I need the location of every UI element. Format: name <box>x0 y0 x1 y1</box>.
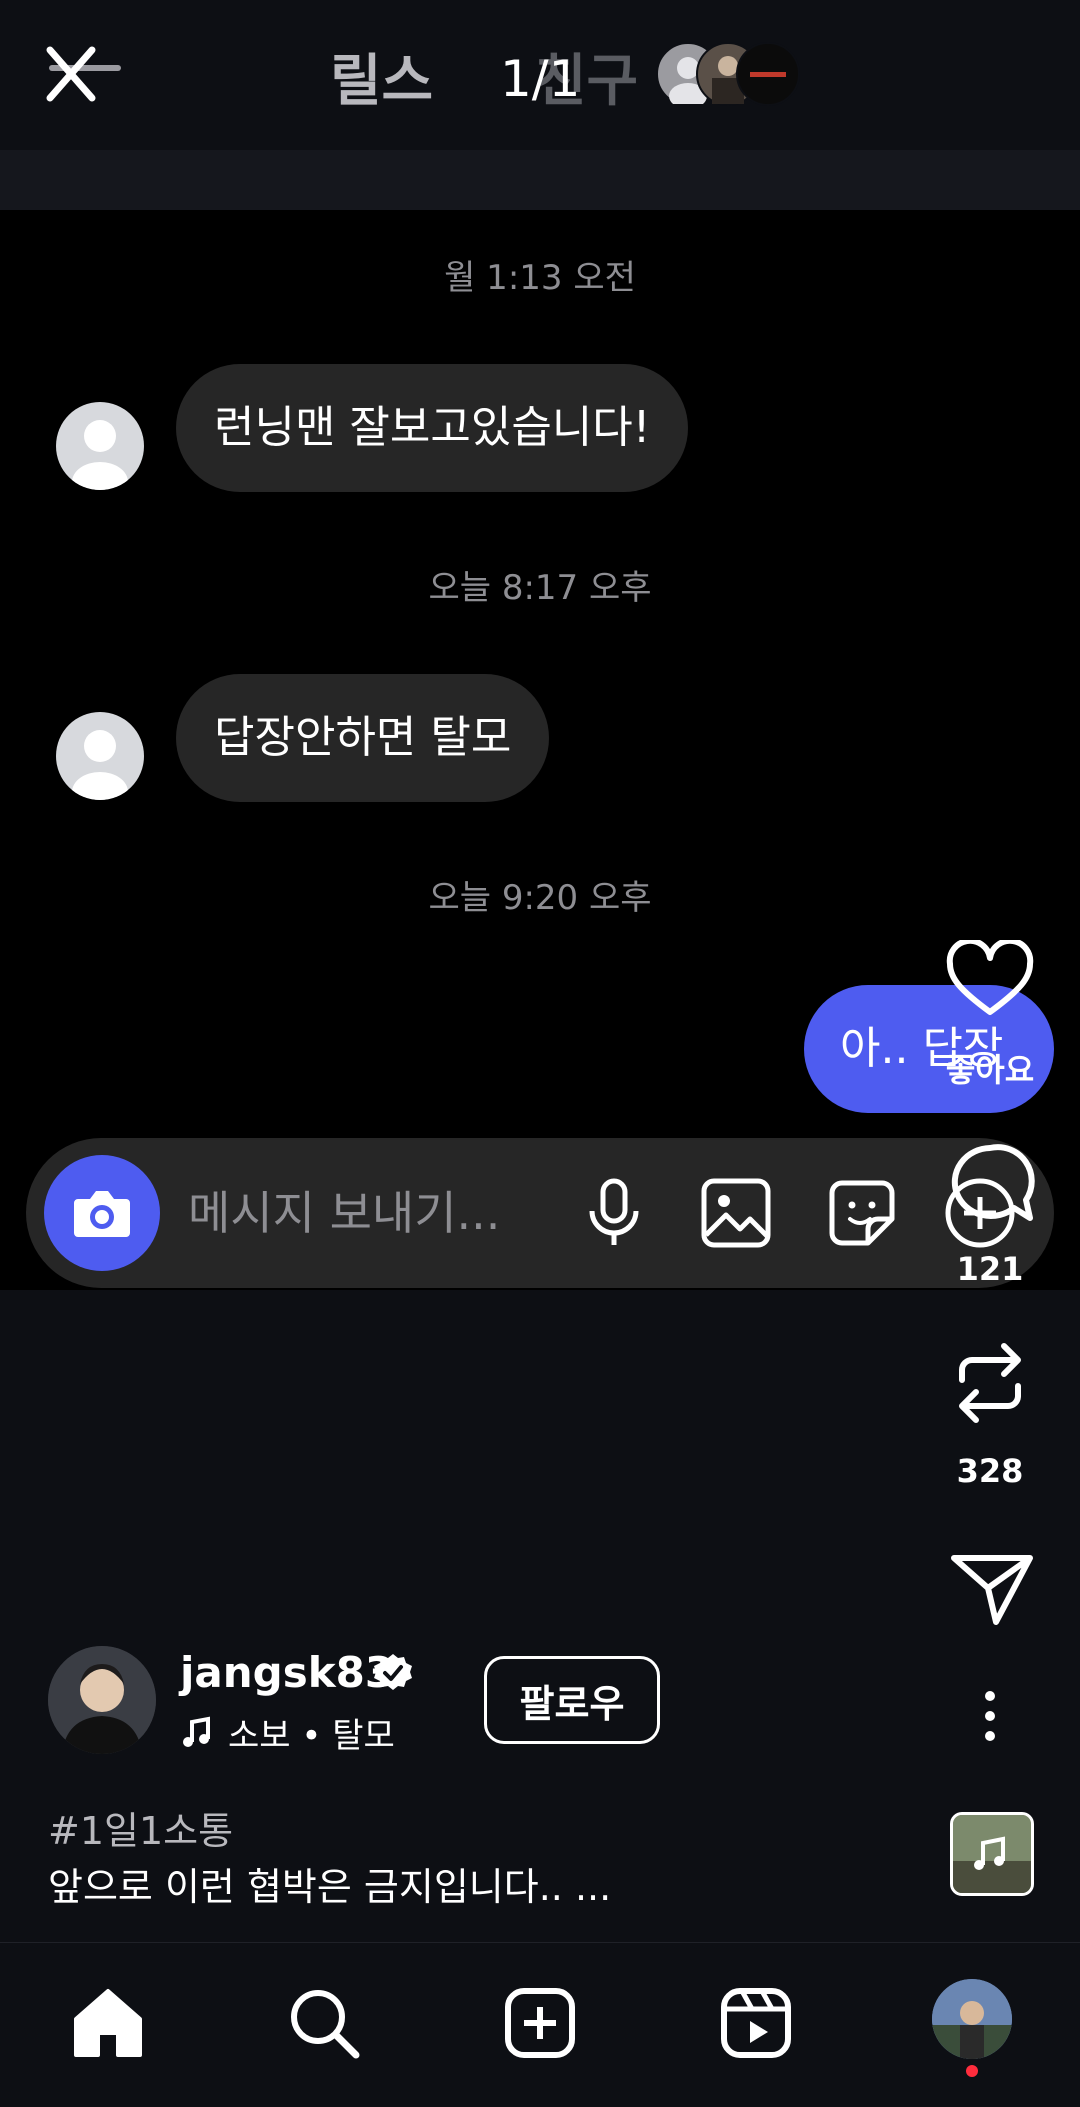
author-avatar[interactable] <box>48 1646 156 1754</box>
avatar[interactable] <box>56 712 144 800</box>
more-icon <box>985 1691 995 1741</box>
share-button[interactable] <box>940 1548 1040 1628</box>
close-button[interactable] <box>40 40 140 120</box>
avatar <box>932 1979 1012 2059</box>
comment-count: 121 <box>956 1250 1024 1288</box>
microphone-icon <box>589 1178 639 1245</box>
tab-reels[interactable]: 릴스 <box>330 36 433 117</box>
repost-count: 328 <box>956 1452 1024 1490</box>
sticker-icon <box>829 1180 895 1246</box>
more-button[interactable] <box>940 1688 1040 1748</box>
like-button[interactable] <box>940 940 1040 1020</box>
divider-band <box>0 150 1080 210</box>
camera-icon <box>74 1191 130 1237</box>
music-note-icon <box>183 1716 210 1747</box>
default-avatar-icon <box>72 730 128 800</box>
repost-button[interactable] <box>940 1338 1040 1428</box>
heart-icon <box>946 940 1034 1015</box>
nav-profile[interactable] <box>932 1979 1012 2059</box>
comment-icon <box>951 1144 1035 1221</box>
verified-badge <box>372 1652 414 1694</box>
nav-home[interactable] <box>68 1983 148 2063</box>
audio-info[interactable]: 소보 • 탈모 <box>180 1708 395 1757</box>
like-label: 좋아요 <box>945 1051 1035 1089</box>
avatar <box>48 1646 156 1754</box>
timestamp: 오늘 9:20 오후 <box>428 878 652 918</box>
close-icon <box>46 46 121 102</box>
dm-overlay: 월 1:13 오전 런닝맨 잘보고있습니다! 오늘 8:17 오후 답장안하면 … <box>0 210 1080 1290</box>
message-bubble[interactable]: 답장안하면 탈모 <box>176 674 550 802</box>
repost-icon <box>959 1343 1021 1423</box>
verified-icon <box>374 1654 412 1690</box>
timestamp: 월 1:13 오전 <box>444 258 636 298</box>
message-composer <box>26 1138 1054 1288</box>
notification-dot <box>966 2065 978 2077</box>
nav-search[interactable] <box>284 1983 364 2063</box>
avatar[interactable] <box>56 402 144 490</box>
bottom-nav <box>0 1942 1080 2107</box>
message-bubble[interactable]: 런닝맨 잘보고있습니다! <box>176 364 689 492</box>
gallery-button[interactable] <box>696 1173 776 1253</box>
avatar <box>736 42 800 106</box>
audio-thumbnail[interactable] <box>950 1812 1034 1896</box>
top-bar: 릴스 친구 1/1 <box>0 0 1080 150</box>
gallery-icon <box>701 1178 771 1248</box>
reels-icon <box>721 1988 791 2058</box>
send-icon <box>951 1555 1033 1625</box>
hashtag[interactable]: #1일1소통 <box>48 1800 233 1855</box>
follow-button[interactable]: 팔로우 <box>484 1656 660 1744</box>
create-icon <box>505 1988 575 2058</box>
audio-label: 소보 • 탈모 <box>228 1716 395 1756</box>
home-icon <box>74 1989 142 2057</box>
nav-reels[interactable] <box>716 1983 796 2063</box>
microphone-button[interactable] <box>574 1173 654 1253</box>
nav-create[interactable] <box>500 1983 580 2063</box>
music-note-icon <box>953 1815 1031 1893</box>
friend-avatars[interactable] <box>656 42 806 106</box>
timestamp: 오늘 8:17 오후 <box>428 568 652 608</box>
caption[interactable]: 앞으로 이런 협박은 금지입니다.. ... <box>48 1856 611 1911</box>
default-avatar-icon <box>72 420 128 490</box>
sticker-button[interactable] <box>822 1173 902 1253</box>
comment-button[interactable] <box>940 1138 1040 1228</box>
search-icon <box>291 1990 360 2059</box>
message-input[interactable] <box>188 1138 548 1288</box>
camera-button[interactable] <box>44 1155 160 1271</box>
username[interactable]: jangsk83 <box>180 1648 394 1697</box>
page-counter: 1/1 <box>500 50 581 108</box>
